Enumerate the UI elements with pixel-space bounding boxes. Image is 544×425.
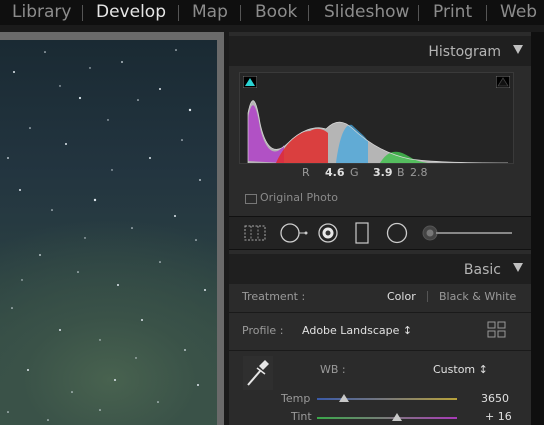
module-divider [178,5,179,21]
wb-dropdown[interactable]: Custom ↕ [433,363,488,376]
treatment-label: Treatment : [242,290,306,303]
graduated-filter-icon[interactable] [355,222,369,248]
basic-title: Basic [463,262,501,278]
module-slideshow[interactable]: Slideshow [324,2,409,22]
treatment-divider [427,291,428,302]
shadow-clipping-icon[interactable] [243,76,257,88]
module-picker: Library Develop Map Book Slideshow Print… [0,0,544,25]
treatment-color-option[interactable]: Color [387,290,416,303]
r-label: R [302,166,310,179]
histogram-plot[interactable] [239,72,514,164]
profile-label: Profile : [242,324,284,337]
collapse-triangle-icon[interactable] [513,45,523,54]
tint-value[interactable]: + 16 [485,410,512,423]
original-photo-checkbox[interactable] [245,194,257,204]
original-photo-label: Original Photo [260,191,338,204]
profile-dropdown[interactable]: Adobe Landscape ↕ [302,324,412,337]
adjustment-brush-icon[interactable] [422,225,514,245]
histogram-header[interactable]: Histogram [229,36,531,66]
r-value: 4.6 [325,166,345,179]
module-divider [418,5,419,21]
basic-header[interactable]: Basic [229,254,531,284]
module-divider [308,5,309,21]
radial-filter-icon[interactable] [386,222,408,248]
b-value: 2.8 [410,166,428,179]
g-label: G [350,166,359,179]
module-map[interactable]: Map [192,2,228,22]
module-divider [82,5,83,21]
spot-removal-icon[interactable] [279,222,309,248]
module-develop[interactable]: Develop [96,2,166,22]
histogram-readout: R 4.6 G 3.9 B’ 2.8 [229,166,531,182]
panel-scrollbar[interactable] [531,32,544,425]
profile-browser-icon[interactable] [487,321,507,343]
module-library[interactable]: Library [12,2,71,22]
highlight-clipping-icon[interactable] [496,76,510,88]
wb-eyedropper-icon[interactable] [243,356,273,394]
treatment-bw-option[interactable]: Black & White [439,290,516,303]
module-print[interactable]: Print [433,2,472,22]
section-divider [229,312,531,313]
histogram-title: Histogram [428,44,501,60]
wb-label: WB : [320,363,346,376]
tool-strip [229,216,531,250]
tint-slider-track[interactable] [317,417,457,419]
section-divider [229,350,531,351]
starfield [7,49,206,421]
histogram-graph [247,100,509,163]
tint-label: Tint [291,410,312,423]
module-book[interactable]: Book [255,2,297,22]
photo-preview[interactable] [0,40,217,425]
red-eye-icon[interactable] [317,222,339,248]
g-value: 3.9 [373,166,393,179]
module-web[interactable]: Web [500,2,537,22]
b-label: B’ [397,166,405,179]
tint-slider-thumb[interactable] [391,413,402,421]
temp-slider-thumb[interactable] [338,394,349,402]
collapse-triangle-icon[interactable] [513,263,523,272]
temp-value[interactable]: 3650 [481,392,509,405]
temp-label: Temp [281,392,311,405]
develop-right-panel: Histogram R 4.6 G 3.9 B’ 2.8 Original Ph… [229,32,544,425]
crop-overlay-icon[interactable] [243,224,267,246]
module-divider [486,5,487,21]
module-divider [240,5,241,21]
